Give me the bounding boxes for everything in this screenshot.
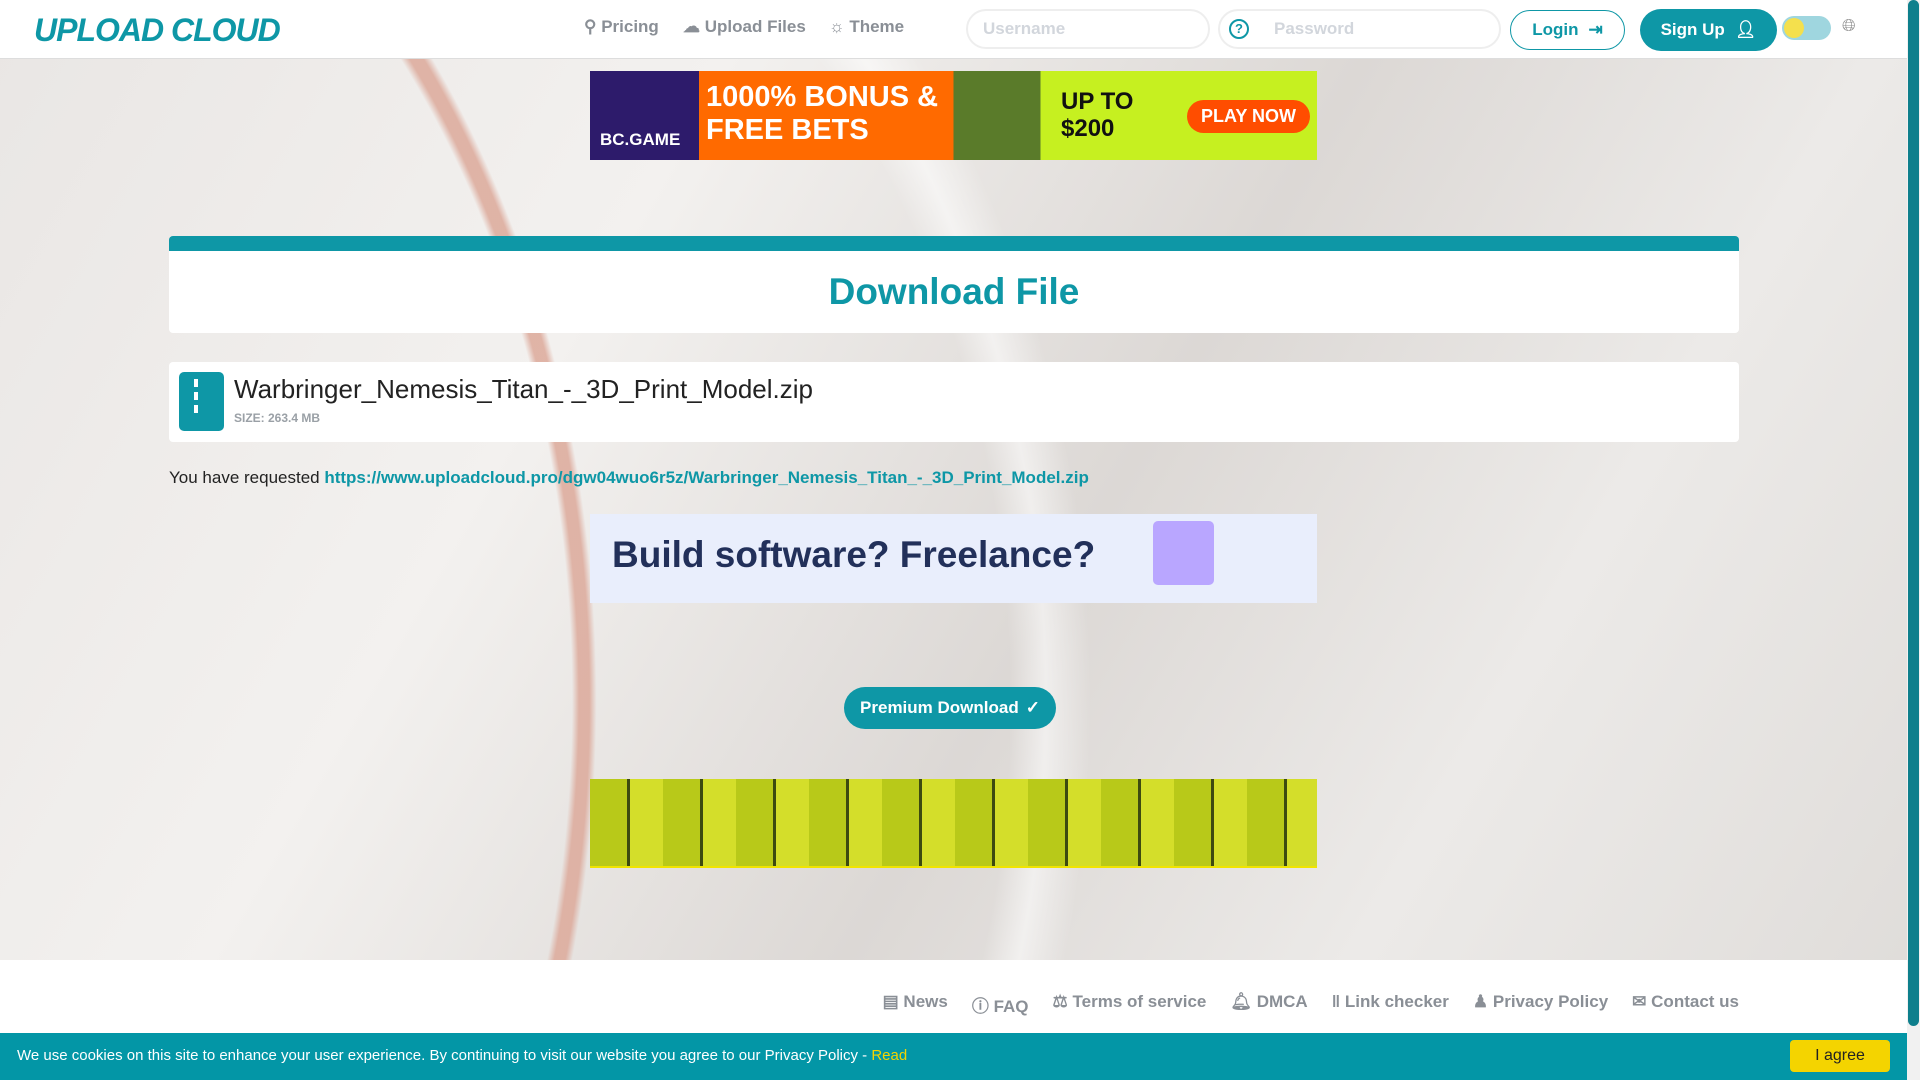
username-input[interactable] [966,9,1210,49]
sign-in-icon: ⇥ [1588,20,1603,39]
globe-icon[interactable]: 🌐︎ [1842,16,1856,36]
link-label: Terms of service [1072,992,1207,1011]
nav-theme[interactable]: ☼ Theme [829,17,904,37]
footer-link-dmca[interactable]: 🔔︎ DMCA [1230,992,1307,1017]
cookie-agree-button[interactable]: I agree [1790,1040,1890,1072]
top-navbar: UPLOAD CLOUD ⚲ Pricing ☁ Upload Files ☼ … [0,0,1907,59]
forgot-password-icon[interactable]: ? [1229,19,1249,39]
scrollbar-thumb[interactable] [1908,0,1919,1026]
login-label: Login [1532,20,1579,39]
link-label: Contact us [1651,992,1739,1011]
file-size: SIZE: 263.4 MB [234,411,321,425]
theme-toggle[interactable] [1782,16,1831,40]
computer-illustration-icon [1153,521,1214,585]
title-card: Download File [169,236,1739,333]
cookie-text: We use cookies on this site to enhance y… [17,1047,872,1064]
login-button[interactable]: Login ⇥ [1510,10,1625,50]
nav-upload-files[interactable]: ☁ Upload Files [683,17,806,37]
cloud-upload-icon: ☁ [683,17,700,36]
password-input[interactable] [1218,9,1501,49]
ad-headline: Build software? Freelance? [612,534,1096,575]
ad-brand: BC.GAME [600,130,681,149]
check-icon: ✓ [1025,698,1040,717]
signup-label: Sign Up [1660,20,1725,39]
question-icon: ⓘ [971,997,989,1016]
scrollbar[interactable] [1907,0,1920,1080]
link-label: News [903,992,948,1011]
ad-cta: PLAY NOW [1187,100,1311,133]
barcode-icon: ‖ [1331,992,1341,1011]
page-title: Download File [828,271,1080,312]
file-name: Warbringer_Nemesis_Titan_-_3D_Print_Mode… [234,374,813,404]
requested-line: You have requested https://www.uploadclo… [169,468,1089,488]
award-icon: ⚲ [584,17,597,36]
footer: ▤ News ⓘ FAQ ⚖ Terms of service 🔔︎ DMCA … [0,960,1907,1033]
footer-link-news[interactable]: ▤ News [883,992,948,1017]
nav-label: Theme [849,17,905,36]
ad-banner-bottom[interactable] [590,779,1317,868]
ad-banner-middle[interactable]: Build software? Freelance? [590,514,1317,603]
bell-icon: 🔔︎ [1230,992,1252,1011]
envelope-icon: ✉ [1632,992,1647,1011]
logo[interactable]: UPLOAD CLOUD [34,12,281,49]
requested-prefix: You have requested [169,468,320,487]
footer-link-faq[interactable]: ⓘ FAQ [972,992,1029,1017]
user-icon: 👤︎ [1734,20,1757,39]
link-label: Link checker [1344,992,1449,1011]
zip-file-icon [179,372,224,431]
footer-link-link-checker[interactable]: ‖ Link checker [1332,992,1449,1017]
page: UPLOAD CLOUD ⚲ Pricing ☁ Upload Files ☼ … [0,0,1920,1080]
footer-link-terms[interactable]: ⚖ Terms of service [1053,992,1207,1017]
ad-banner-top[interactable]: BC.GAME 1000% BONUS & FREE BETS UP TO $2… [590,71,1317,160]
link-label: DMCA [1256,992,1308,1011]
footer-link-contact[interactable]: ✉ Contact us [1632,992,1739,1017]
news-icon: ▤ [882,992,899,1011]
cookie-read-link[interactable]: Read [871,1047,907,1064]
ad-headline: 1000% BONUS & FREE BETS [706,81,939,146]
file-url-link[interactable]: https://www.uploadcloud.pro/dgw04wuo6r5z… [324,468,1089,487]
link-label: Privacy Policy [1492,992,1609,1011]
cookie-banner: We use cookies on this site to enhance y… [0,1033,1907,1080]
footer-link-privacy[interactable]: ♟ Privacy Policy [1473,992,1608,1017]
link-label: FAQ [993,997,1029,1016]
user-secret-icon: ♟ [1472,992,1489,1011]
nav-label: Pricing [601,17,659,36]
ad-amount: UP TO $200 [1061,88,1134,142]
nav-pricing[interactable]: ⚲ Pricing [584,17,659,37]
scale-icon: ⚖ [1052,992,1068,1011]
premium-label: Premium Download [860,698,1019,717]
nav-label: Upload Files [704,17,806,36]
premium-download-button[interactable]: Premium Download ✓ [844,687,1056,729]
cookie-message: We use cookies on this site to enhance y… [17,1047,907,1064]
file-info-card: Warbringer_Nemesis_Titan_-_3D_Print_Mode… [169,362,1739,442]
signup-button[interactable]: Sign Up 👤︎ [1640,9,1777,51]
theme-icon: ☼ [829,17,845,36]
